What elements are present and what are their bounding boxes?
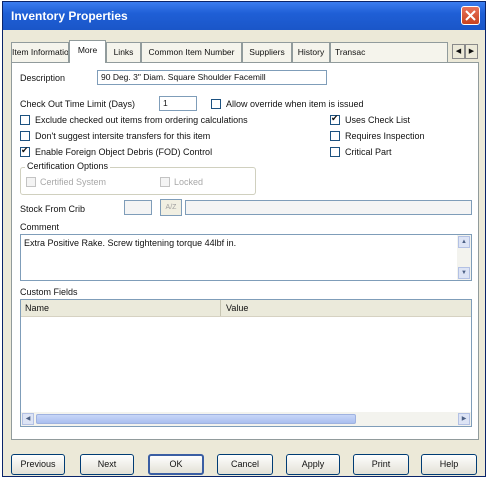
checkout-time-limit-input[interactable]: 1: [159, 96, 197, 111]
title-bar[interactable]: Inventory Properties: [3, 2, 485, 30]
fod-control-label: Enable Foreign Object Debris (FOD) Contr…: [35, 147, 213, 157]
certified-system-checkbox[interactable]: [26, 177, 36, 187]
custom-fields-header: Name Value: [21, 300, 471, 317]
tab-strip: Item Information More Links Common Item …: [11, 40, 479, 63]
window-title: Inventory Properties: [11, 9, 128, 23]
dont-suggest-intersite-checkbox[interactable]: [20, 131, 30, 141]
checkout-time-limit-label: Check Out Time Limit (Days): [20, 99, 136, 109]
uses-check-list-label: Uses Check List: [345, 115, 411, 125]
close-button[interactable]: [461, 6, 480, 25]
tab-label: History: [297, 47, 325, 57]
custom-fields-label: Custom Fields: [20, 287, 78, 297]
print-button[interactable]: Print: [353, 454, 409, 475]
scroll-down-button[interactable]: ▼: [458, 267, 470, 279]
critical-part-checkbox[interactable]: [330, 147, 340, 157]
custom-fields-list[interactable]: Name Value ◀ ▶: [20, 299, 472, 427]
arrow-left-icon: ◀: [25, 416, 31, 422]
uses-check-list-checkbox[interactable]: [330, 113, 340, 125]
tab-label: Suppliers: [249, 47, 285, 57]
tab-scroll-left-button[interactable]: ◀: [452, 44, 465, 59]
tab-label: Transac: [335, 47, 366, 57]
allow-override-label: Allow override when item is issued: [226, 99, 364, 109]
scroll-up-button[interactable]: ▲: [458, 236, 470, 248]
tab-common-item-number[interactable]: Common Item Number: [141, 42, 242, 62]
tab-more[interactable]: More: [69, 40, 106, 63]
locked-checkbox[interactable]: [160, 177, 170, 187]
scroll-right-button[interactable]: ▶: [458, 413, 470, 425]
certified-system-label: Certified System: [40, 177, 107, 187]
column-header-name[interactable]: Name: [25, 303, 49, 313]
tab-links[interactable]: Links: [106, 42, 141, 62]
tab-label: Links: [113, 47, 134, 57]
cancel-button[interactable]: Cancel: [217, 454, 273, 475]
next-button[interactable]: Next: [80, 454, 134, 475]
tab-transactions[interactable]: Transac: [330, 42, 448, 62]
arrow-down-icon: ▼: [461, 270, 467, 276]
comment-label: Comment: [20, 222, 60, 232]
scroll-thumb[interactable]: [36, 414, 356, 424]
arrow-left-icon: ◀: [455, 48, 462, 55]
arrow-right-icon: ▶: [461, 416, 467, 422]
exclude-checked-out-checkbox[interactable]: [20, 115, 30, 125]
tab-scroll-right-button[interactable]: ▶: [465, 44, 478, 59]
description-label: Description: [20, 73, 66, 83]
exclude-checked-out-label: Exclude checked out items from ordering …: [35, 115, 248, 125]
apply-button[interactable]: Apply: [286, 454, 340, 475]
help-button[interactable]: Help: [421, 454, 477, 475]
crib-lookup-button[interactable]: A/Z: [160, 199, 182, 216]
tab-label: More: [77, 45, 98, 55]
inventory-properties-window: Inventory Properties Item Information Mo…: [2, 1, 486, 477]
certification-options-label: Certification Options: [25, 161, 111, 171]
comment-scrollbar[interactable]: ▲ ▼: [457, 235, 471, 280]
tab-history[interactable]: History: [292, 42, 330, 62]
allow-override-checkbox[interactable]: [211, 99, 221, 109]
tab-label: Item Information: [12, 47, 69, 57]
ok-button[interactable]: OK: [148, 454, 204, 475]
comment-textarea[interactable]: Extra Positive Rake. Screw tightening to…: [20, 234, 472, 281]
fod-control-checkbox[interactable]: [20, 145, 30, 157]
arrow-up-icon: ▲: [461, 239, 467, 245]
critical-part-label: Critical Part: [345, 147, 392, 157]
close-icon: [465, 10, 476, 21]
requires-inspection-label: Requires Inspection: [345, 131, 425, 141]
column-divider[interactable]: [220, 300, 221, 316]
previous-button[interactable]: Previous: [11, 454, 65, 475]
more-tab-panel: Description 90 Deg. 3" Diam. Square Shou…: [11, 62, 479, 440]
column-header-value[interactable]: Value: [226, 303, 248, 313]
arrow-right-icon: ▶: [468, 48, 475, 55]
tab-label: Common Item Number: [148, 47, 235, 57]
locked-label: Locked: [174, 177, 204, 187]
tab-suppliers[interactable]: Suppliers: [242, 42, 292, 62]
comment-text: Extra Positive Rake. Screw tightening to…: [24, 238, 237, 248]
tab-item-information[interactable]: Item Information: [11, 42, 69, 62]
stock-from-crib-label: Stock From Crib: [20, 204, 86, 214]
stock-from-crib-input[interactable]: [124, 200, 152, 215]
dont-suggest-intersite-label: Don't suggest intersite transfers for th…: [35, 131, 211, 141]
description-field[interactable]: 90 Deg. 3" Diam. Square Shoulder Facemil…: [97, 70, 327, 85]
custom-fields-hscrollbar[interactable]: ◀ ▶: [21, 412, 471, 426]
scroll-left-button[interactable]: ◀: [22, 413, 34, 425]
requires-inspection-checkbox[interactable]: [330, 131, 340, 141]
crib-description-field: [185, 200, 472, 215]
